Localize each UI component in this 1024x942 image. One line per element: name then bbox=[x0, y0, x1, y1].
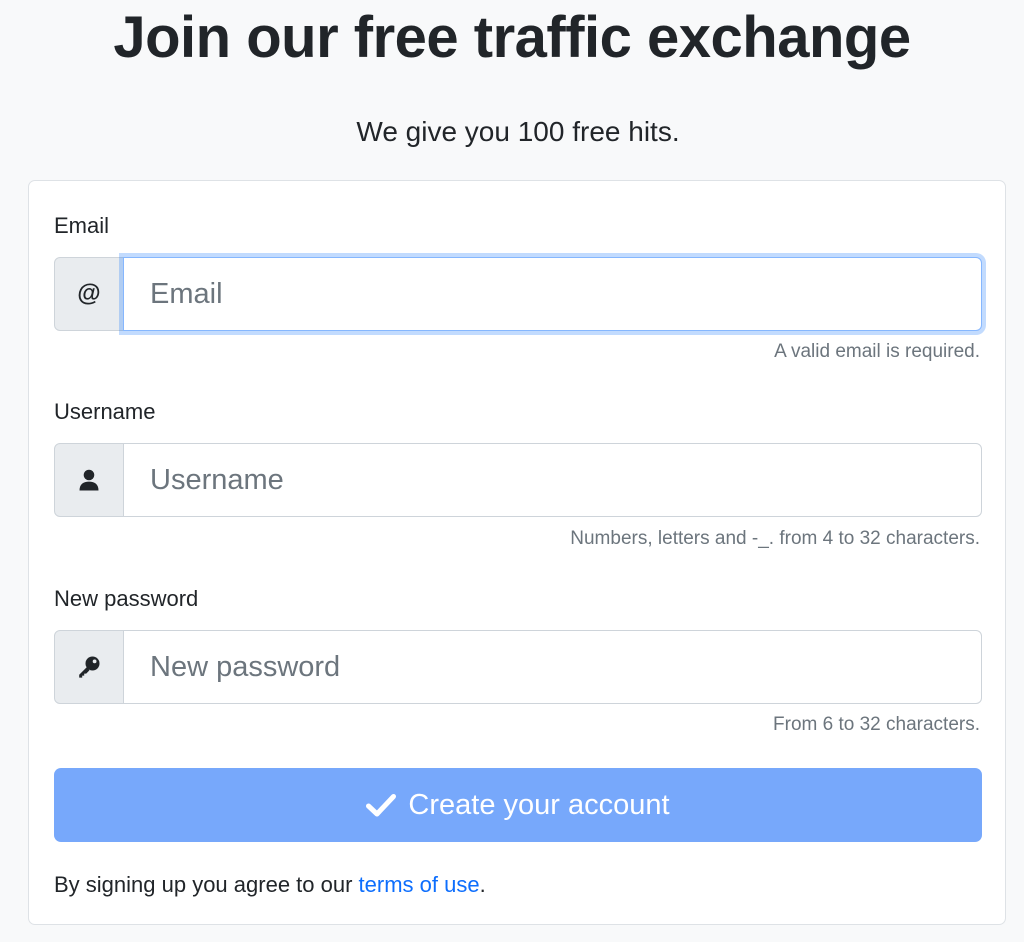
email-input-group: @ bbox=[54, 257, 982, 331]
terms-of-use-link[interactable]: terms of use bbox=[359, 872, 480, 897]
terms-text: By signing up you agree to our terms of … bbox=[54, 870, 486, 900]
username-field[interactable] bbox=[123, 443, 982, 517]
email-addon: @ bbox=[54, 257, 124, 331]
username-help-text: Numbers, letters and -_. from 4 to 32 ch… bbox=[570, 528, 980, 549]
page-subtitle: We give you 100 free hits. bbox=[356, 116, 680, 147]
create-account-label: Create your account bbox=[408, 788, 670, 821]
email-help-text: A valid email is required. bbox=[774, 341, 980, 362]
email-label: Email bbox=[54, 213, 110, 238]
check-icon bbox=[366, 793, 397, 817]
signup-card: Email @ A valid email is required. Usern… bbox=[28, 180, 1006, 925]
user-icon bbox=[78, 469, 100, 491]
terms-prefix: By signing up you agree to our bbox=[54, 872, 353, 897]
create-account-button[interactable]: Create your account bbox=[54, 768, 982, 842]
username-addon bbox=[54, 443, 124, 517]
username-input-group bbox=[54, 443, 982, 517]
key-icon bbox=[77, 655, 101, 679]
at-icon: @ bbox=[77, 280, 101, 307]
username-label: Username bbox=[54, 399, 156, 424]
password-help-text: From 6 to 32 characters. bbox=[773, 714, 980, 735]
terms-suffix: . bbox=[479, 872, 486, 897]
password-addon bbox=[54, 630, 124, 704]
page-title: Join our free traffic exchange bbox=[113, 5, 911, 70]
email-field[interactable] bbox=[123, 257, 982, 331]
password-input-group bbox=[54, 630, 982, 704]
new-password-field[interactable] bbox=[123, 630, 982, 704]
password-label: New password bbox=[54, 586, 199, 611]
